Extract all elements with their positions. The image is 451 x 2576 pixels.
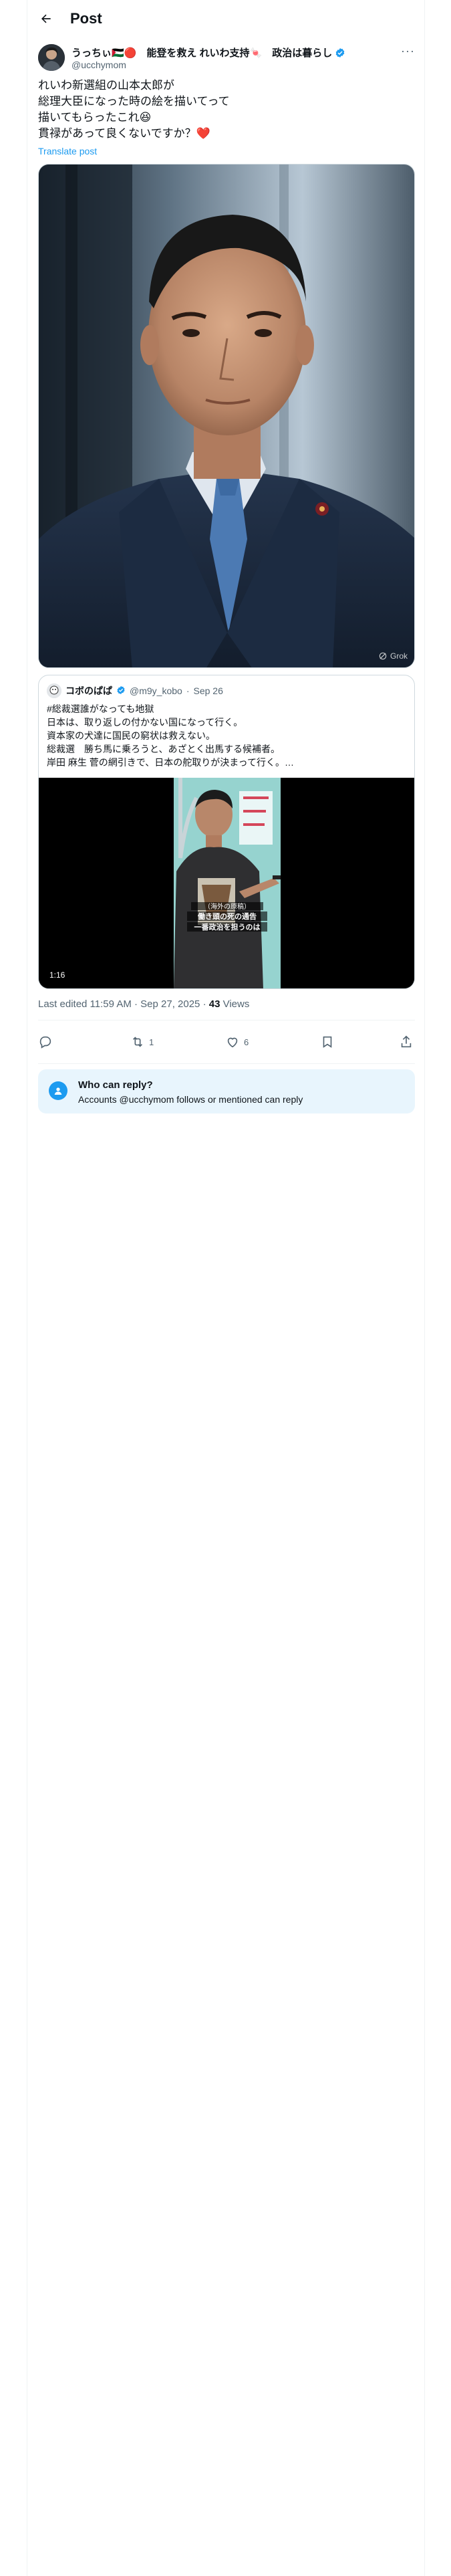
author-name[interactable]: うっちぃ🇵🇸🔴 能登を救え れいわ支持🍬 政治は暮らし	[71, 45, 332, 60]
quote-line: 日本は、取り返しの付かない国になって行く。	[47, 717, 243, 728]
edited-timestamp[interactable]: Last edited 11:59 AM · Sep 27, 2025 ·	[38, 998, 209, 1010]
author-handle[interactable]: @ucchymom	[71, 60, 126, 70]
quote-separator: ·	[186, 685, 190, 696]
more-options-button[interactable]: ···	[401, 44, 415, 58]
video-caption-2: 働き頭の死の通告	[197, 911, 257, 921]
reply-settings-title: Who can reply?	[78, 1079, 153, 1091]
action-bar: 1 6	[38, 1029, 415, 1055]
translate-post-link[interactable]: Translate post	[38, 146, 97, 156]
video-caption-3: 一番政治を担うのは	[194, 922, 261, 932]
post-line: 描いてもらったこれ😆	[38, 111, 152, 124]
reply-settings-subtitle: Accounts @ucchymom follows or mentioned …	[78, 1094, 303, 1105]
quote-line: #総裁選誰がなっても地獄	[47, 704, 154, 714]
quote-avatar	[47, 683, 61, 698]
reply-icon	[39, 1036, 51, 1049]
more-horizontal-icon: ···	[401, 44, 415, 58]
share-icon	[401, 1035, 412, 1048]
repost-icon	[132, 1037, 143, 1047]
quote-text: #総裁選誰がなっても地獄 日本は、取り返しの付かない国になって行く。 資本家の犬…	[47, 702, 408, 769]
post-meta: Last edited 11:59 AM · Sep 27, 2025 · 43…	[38, 998, 249, 1010]
verified-badge-icon	[116, 685, 126, 697]
post-column: Post うっちぃ🇵🇸🔴 能登を救え れいわ支持🍬 政治は暮らし @ucchym…	[27, 0, 425, 2576]
author-row: うっちぃ🇵🇸🔴 能登を救え れいわ支持🍬 政治は暮らし @ucchymom ··…	[38, 44, 415, 74]
like-count: 6	[244, 1037, 249, 1047]
quoted-post[interactable]: コボのぱぱ @m9y_kobo · Sep 26 #総裁選誰がなっても地獄 日本…	[38, 675, 415, 989]
grok-label: Grok	[390, 651, 408, 661]
video-caption-1: （海外の原稿）	[204, 902, 251, 911]
quote-line: 岸田 麻生 菅の網引きで、日本の舵取りが決まって行く。…	[47, 757, 294, 768]
share-button[interactable]	[399, 1029, 414, 1055]
grok-badge: Grok	[378, 651, 408, 661]
views-label: Views	[220, 998, 250, 1010]
quote-line: 資本家の犬達に国民の窮状は救えない。	[47, 730, 215, 741]
quote-author-handle: @m9y_kobo	[130, 685, 182, 696]
post-line: れいわ新選組の山本太郎が	[38, 79, 174, 92]
heart-icon	[227, 1037, 238, 1048]
grok-icon	[379, 652, 387, 660]
views-count: 43	[208, 998, 220, 1010]
verified-badge-icon	[335, 47, 345, 58]
reply-button[interactable]	[38, 1029, 57, 1055]
post-image[interactable]: Grok	[38, 164, 415, 668]
quote-video[interactable]: （海外の原稿） 働き頭の死の通告 一番政治を担うのは 1:16	[39, 778, 414, 988]
repost-count: 1	[149, 1037, 154, 1047]
quote-header: コボのぱぱ @m9y_kobo · Sep 26	[47, 683, 223, 698]
quote-date: Sep 26	[193, 685, 223, 696]
page-title: Post	[70, 10, 102, 27]
bookmark-button[interactable]	[320, 1029, 335, 1055]
quote-line: 総裁選 勝ち馬に乗ろうと、あざとく出馬する候補者。	[47, 744, 281, 754]
divider	[38, 1063, 415, 1064]
quote-author-name: コボのぱぱ	[65, 685, 112, 696]
post-text: れいわ新選組の山本太郎が 総理大臣になった時の絵を描いてって 描いてもらったこれ…	[38, 78, 415, 142]
avatar[interactable]	[38, 44, 65, 71]
video-duration: 1:16	[45, 969, 69, 981]
bookmark-icon	[323, 1036, 332, 1048]
reply-settings-card: Who can reply? Accounts @ucchymom follow…	[38, 1069, 415, 1113]
back-button[interactable]	[37, 9, 55, 28]
post-line: 総理大臣になった時の絵を描いてって	[38, 95, 230, 108]
like-button[interactable]: 6	[225, 1029, 249, 1055]
post-line: 貫禄があって良くないですか？❤️	[38, 127, 210, 140]
divider	[38, 1020, 415, 1021]
repost-button[interactable]: 1	[130, 1029, 154, 1055]
author-name-line[interactable]: うっちぃ🇵🇸🔴 能登を救え れいわ支持🍬 政治は暮らし	[71, 45, 345, 60]
mention-icon	[49, 1081, 67, 1100]
top-bar: Post	[27, 0, 426, 37]
arrow-left-icon	[41, 14, 51, 23]
